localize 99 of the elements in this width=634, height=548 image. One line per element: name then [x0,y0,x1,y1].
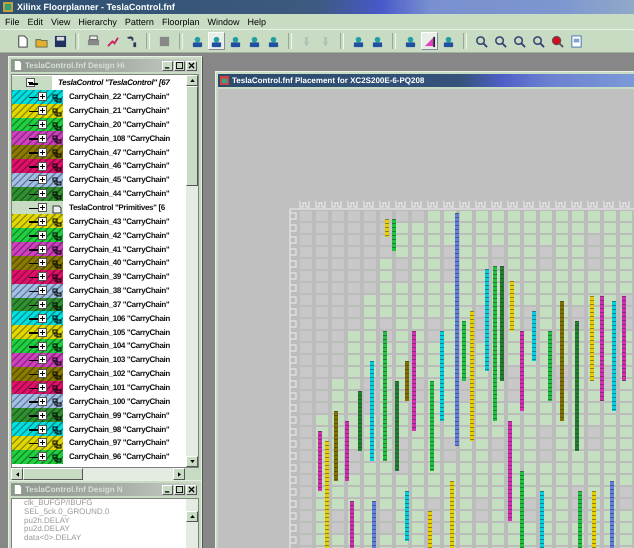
chain-icon [52,217,62,228]
tree-item[interactable]: TeslaControl "Primitives" [6 [12,200,186,214]
chain-icon [52,106,62,117]
menu-item[interactable]: View [51,16,70,26]
scrollbar-thumb[interactable] [186,86,198,186]
triangle-icon [423,34,436,48]
chain-icon [52,397,62,408]
tree-item[interactable]: CarryChain_42 "CarryChain" [12,228,186,242]
folder-icon [52,204,62,214]
left-arrow-icon [16,472,18,476]
tree-item[interactable]: CarryChain_98 "CarryChain" [12,422,186,436]
tree-item[interactable]: CarryChain_38 "CarryChain" [12,284,186,298]
tree-item[interactable]: TeslaControl "TeslaControl" [67 [12,76,186,90]
vertical-scrollbar[interactable] [186,499,198,548]
stop-icon [158,34,171,48]
toolbar-button[interactable] [208,32,225,50]
chain-icon [52,356,62,366]
chain-icon [52,314,62,324]
document-icon [13,61,22,70]
record-icon [551,34,564,48]
tree-item[interactable]: CarryChain_22 "CarryChain" [12,90,186,104]
chain-icon [52,300,62,310]
document-icon [13,485,22,494]
chain-icon [52,162,62,172]
tree-item[interactable]: CarryChain_47 "CarryChain" [12,145,186,160]
app-icon [3,2,13,12]
tree-item[interactable]: CarryChain_103 "CarryChain [12,352,186,367]
close-icon [188,62,195,69]
chain-icon [52,92,62,103]
new-file-icon [16,34,29,48]
chain-icon [52,148,62,158]
tree-item[interactable]: CarryChain_39 "CarryChain" [12,270,186,284]
app-icon [220,76,229,85]
tree-item[interactable]: CarryChain_108 "CarryChain [12,131,186,146]
maximize-icon [176,62,183,69]
chain-icon [52,328,62,338]
menu-item[interactable]: File [5,16,20,26]
right-arrow-icon [178,472,180,476]
tree-item[interactable]: CarryChain_40 "CarryChain" [12,256,186,270]
tree-item[interactable]: CarryChain_46 "CarryChain" [12,159,186,173]
tree-item[interactable]: CarryChain_100 "CarryChain [12,394,186,408]
tree-item[interactable]: CarryChain_37 "CarryChain" [12,298,186,312]
tree-item[interactable]: CarryChain_97 "CarryChain" [12,436,186,450]
tree-item[interactable]: CarryChain_44 "CarryChain" [12,186,186,201]
tree-item[interactable]: CarryChain_96 "CarryChain" [12,450,186,464]
tree-item[interactable]: CarryChain_105 "CarryChain [12,325,186,340]
chain-icon [52,231,62,242]
tree-item[interactable]: CarryChain_20 "CarryChain" [12,118,186,132]
tree-item[interactable]: CarryChain_43 "CarryChain" [12,214,186,228]
chain-icon [52,120,62,131]
chain-icon [52,425,62,436]
tree-item[interactable]: CarryChain_106 "CarryChain [12,311,186,326]
page-icon [570,34,583,48]
scroll-up-button[interactable] [186,511,198,522]
maximize-icon [176,486,183,493]
tree-item[interactable]: CarryChain_21 "CarryChain" [12,104,186,118]
tree-item[interactable]: CarryChain_41 "CarryChain" [12,242,186,256]
menu-item[interactable]: Window [207,16,240,26]
chain-icon [52,272,62,283]
chain-icon [52,411,62,422]
chain-icon [52,452,62,463]
chain-icon [52,286,62,297]
scroll-up-button[interactable] [186,75,198,86]
chain-icon [52,190,62,200]
vertical-scrollbar[interactable] [186,75,198,467]
scrollbar-thumb[interactable] [23,468,83,480]
person-icon [404,34,417,48]
window-title: TeslaControl.fnf Placement for XC2S200E-6-PQ208 [232,76,424,85]
chain-icon [52,384,62,394]
window-title: Xilinx Floorplanner - TeslaControl.fnf [17,2,175,12]
scroll-down-button[interactable] [186,456,198,467]
printer-icon [87,34,100,48]
chain-icon [52,176,62,186]
chain-icon [52,438,62,449]
chain-icon [52,245,62,256]
close-icon [188,486,195,493]
menu-item[interactable]: Help [247,16,266,26]
down-arrow-icon [190,460,194,463]
menu-item[interactable]: Pattern [124,16,154,26]
menu-item[interactable]: Edit [28,16,44,26]
up-arrow-icon [190,515,194,518]
tree-item[interactable]: CarryChain_101 "CarryChain [12,380,186,394]
scroll-left-button[interactable] [11,468,23,480]
horizontal-scrollbar[interactable] [11,468,185,480]
tree-item[interactable]: CarryChain_102 "CarryChain [12,366,186,381]
chain-icon [52,258,62,269]
chain-icon [52,342,62,352]
tree-item[interactable]: CarryChain_104 "CarryChain [12,339,186,353]
chain-icon [52,370,62,380]
chain-icon [52,134,62,144]
scroll-right-button[interactable] [173,468,185,480]
save-icon [54,34,67,48]
toolbar-button[interactable] [421,32,438,50]
person-icon [191,34,204,48]
up-arrow-icon [190,79,194,82]
menu-item[interactable]: Floorplan [162,16,200,26]
menu-item[interactable]: Hierarchy [78,16,117,26]
tree-item[interactable]: CarryChain_45 "CarryChain" [12,172,186,187]
tree-item[interactable]: CarryChain_99 "CarryChain" [12,408,186,422]
